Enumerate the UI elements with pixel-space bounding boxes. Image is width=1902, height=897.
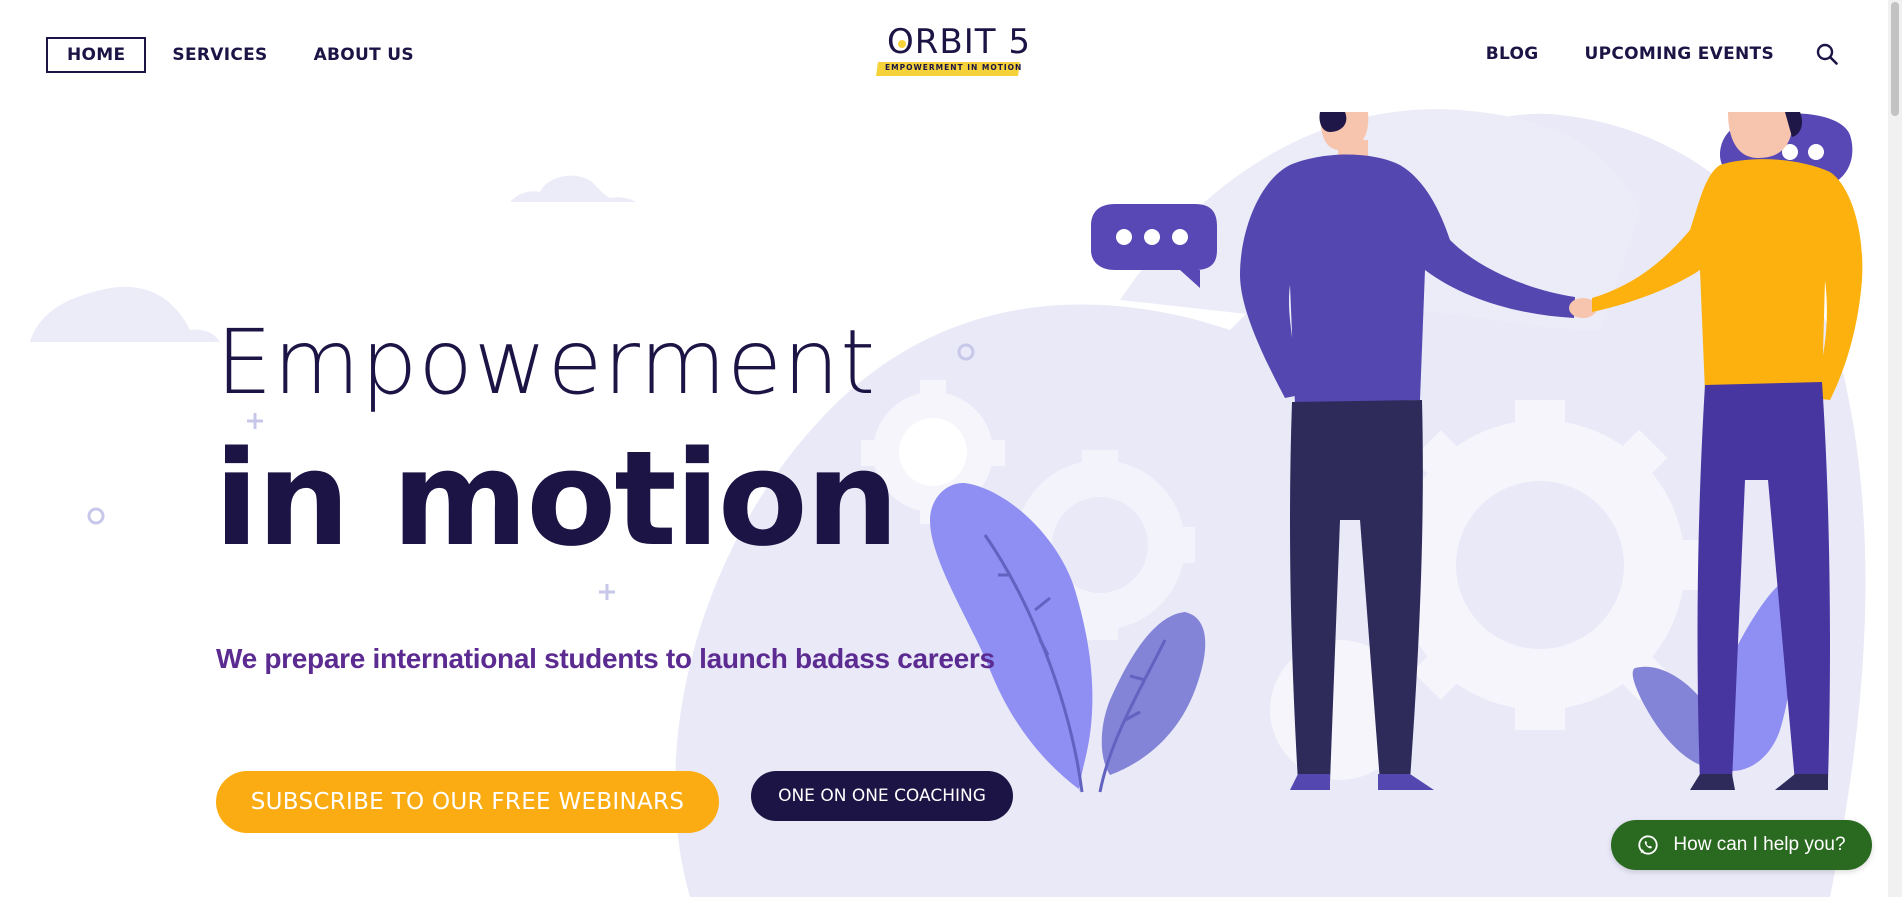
whatsapp-help-button[interactable]: How can I help you? xyxy=(1611,820,1872,870)
search-icon xyxy=(1816,43,1838,65)
nav-services[interactable]: SERVICES xyxy=(152,38,287,72)
hero-tagline: We prepare international students to lau… xyxy=(216,643,995,674)
main-nav-right: BLOG UPCOMING EVENTS xyxy=(1440,37,1840,71)
main-nav-left: HOME SERVICES ABOUT US xyxy=(46,37,434,73)
page-scrollbar[interactable] xyxy=(1888,0,1902,897)
whatsapp-icon xyxy=(1637,834,1659,856)
nav-about-us[interactable]: ABOUT US xyxy=(294,38,434,72)
scrollbar-thumb[interactable] xyxy=(1891,2,1899,116)
cloud-top xyxy=(510,175,636,202)
logo-wordmark: ORBIT 5 xyxy=(887,22,1031,62)
subscribe-webinars-button[interactable]: SUBSCRIBE TO OUR FREE WEBINARS xyxy=(216,771,719,833)
deco-circle xyxy=(87,507,105,525)
one-on-one-coaching-button[interactable]: ONE ON ONE COACHING xyxy=(751,771,1013,821)
logo-tagline: EMPOWERMENT IN MOTION xyxy=(885,63,1023,72)
cloud-left xyxy=(0,286,220,342)
site-logo[interactable]: ORBIT 5 EMPOWERMENT IN MOTION xyxy=(876,22,1030,78)
hero-headline-bold: in motion xyxy=(214,422,899,575)
hero-headline-light: Empowerment xyxy=(216,310,877,414)
nav-blog[interactable]: BLOG xyxy=(1486,37,1539,71)
search-button[interactable] xyxy=(1814,41,1840,67)
help-button-label: How can I help you? xyxy=(1673,834,1846,855)
logo-dot xyxy=(898,40,906,48)
nav-upcoming-events[interactable]: UPCOMING EVENTS xyxy=(1585,37,1774,71)
nav-home[interactable]: HOME xyxy=(46,37,147,73)
